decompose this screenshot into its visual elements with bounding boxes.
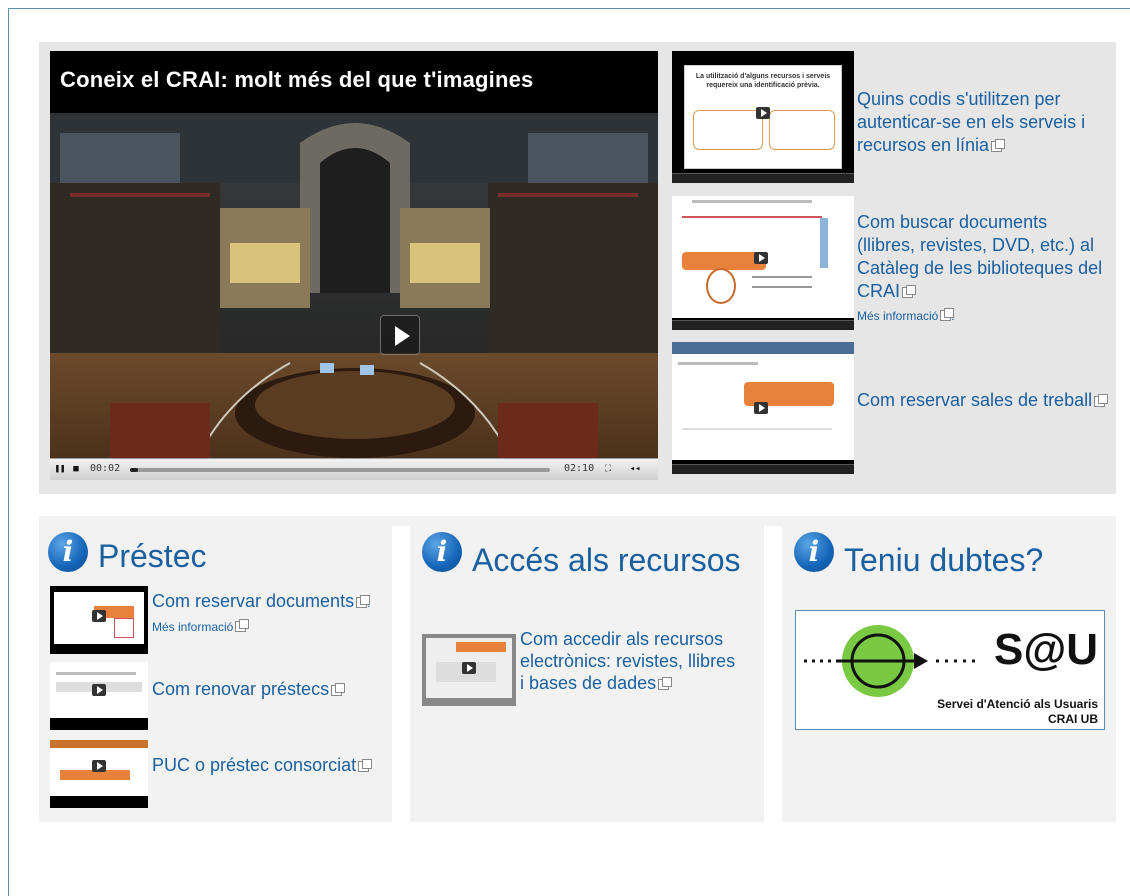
volume-icon[interactable]: ◂◂ bbox=[622, 463, 648, 475]
side-video-thumb-3[interactable] bbox=[672, 342, 854, 474]
link-renovar-prestecs[interactable]: Com renovar préstecs bbox=[152, 678, 372, 700]
sau-logo: S@U bbox=[994, 625, 1099, 674]
seek-bar[interactable] bbox=[130, 468, 550, 472]
box-title-dubtes: Teniu dubtes? bbox=[844, 542, 1044, 578]
thumb-reservar-documents[interactable] bbox=[50, 586, 148, 654]
link-reservar-documents[interactable]: Com reservar documents. Més informació bbox=[152, 590, 372, 638]
sau-subtitle: Servei d'Atenció als Usuaris bbox=[937, 697, 1098, 711]
thumb-renovar-prestecs[interactable] bbox=[50, 662, 148, 730]
play-icon bbox=[754, 252, 768, 264]
external-link-icon bbox=[902, 285, 917, 298]
play-icon bbox=[92, 684, 106, 696]
more-info-link[interactable]: Més informació bbox=[857, 309, 938, 323]
fullscreen-icon[interactable]: ⛶ bbox=[602, 463, 614, 475]
sau-banner[interactable]: S@U Servei d'Atenció als Usuaris CRAI UB bbox=[795, 610, 1105, 730]
stop-icon[interactable]: ■ bbox=[70, 463, 82, 475]
play-icon bbox=[756, 107, 770, 119]
seek-progress bbox=[130, 468, 139, 472]
external-link-icon bbox=[235, 619, 250, 632]
external-link-icon bbox=[356, 595, 371, 608]
library-scene-image bbox=[50, 113, 658, 480]
external-link-icon bbox=[658, 677, 673, 690]
play-icon bbox=[754, 402, 768, 414]
side-video-thumb-2[interactable] bbox=[672, 196, 854, 330]
thumb-accedir-recursos[interactable] bbox=[422, 634, 516, 706]
video-title: Coneix el CRAI: molt més del que t'imagi… bbox=[50, 51, 658, 113]
box-title-prestec: Préstec bbox=[98, 538, 207, 574]
video-controls: ❚❚ ■ 00:02 02:10 ⛶ ◂◂ bbox=[50, 458, 658, 480]
main-video-player[interactable]: Coneix el CRAI: molt més del que t'imagi… bbox=[50, 51, 658, 480]
thumb-puc-prestec[interactable] bbox=[50, 740, 148, 808]
info-icon: i bbox=[48, 532, 88, 572]
time-total: 02:10 bbox=[564, 463, 595, 474]
play-icon bbox=[92, 610, 106, 622]
box-title-acces: Accés als recursos bbox=[472, 542, 741, 578]
external-link-icon bbox=[331, 683, 346, 696]
side-video-thumb-1[interactable]: La utilització d'alguns recursos i serve… bbox=[672, 51, 854, 183]
pause-icon[interactable]: ❚❚ bbox=[54, 463, 66, 475]
external-link-icon bbox=[991, 139, 1006, 152]
side-link-3[interactable]: Com reservar sales de treball bbox=[857, 389, 1109, 412]
external-link-icon bbox=[358, 759, 373, 772]
time-current: 00:02 bbox=[90, 463, 121, 474]
external-link-icon bbox=[1094, 394, 1109, 407]
side-link-2[interactable]: Com buscar documents (llibres, revistes,… bbox=[857, 211, 1107, 328]
play-icon[interactable] bbox=[380, 315, 420, 355]
thumb-1-text: La utilització d'alguns recursos i serve… bbox=[695, 73, 831, 89]
link-puc-prestec[interactable]: PUC o préstec consorciat bbox=[152, 754, 373, 776]
sau-subtitle-2: CRAI UB bbox=[1048, 712, 1098, 726]
play-icon bbox=[92, 760, 106, 772]
play-icon bbox=[462, 662, 476, 674]
more-info-link[interactable]: Més informació bbox=[152, 620, 233, 634]
info-icon: i bbox=[422, 532, 462, 572]
info-icon: i bbox=[794, 532, 834, 572]
external-link-icon bbox=[940, 308, 955, 321]
side-link-1[interactable]: Quins codis s'utilitzen per autenticar-s… bbox=[857, 88, 1107, 157]
link-accedir-recursos[interactable]: Com accedir als recursos electrònics: re… bbox=[520, 628, 740, 694]
